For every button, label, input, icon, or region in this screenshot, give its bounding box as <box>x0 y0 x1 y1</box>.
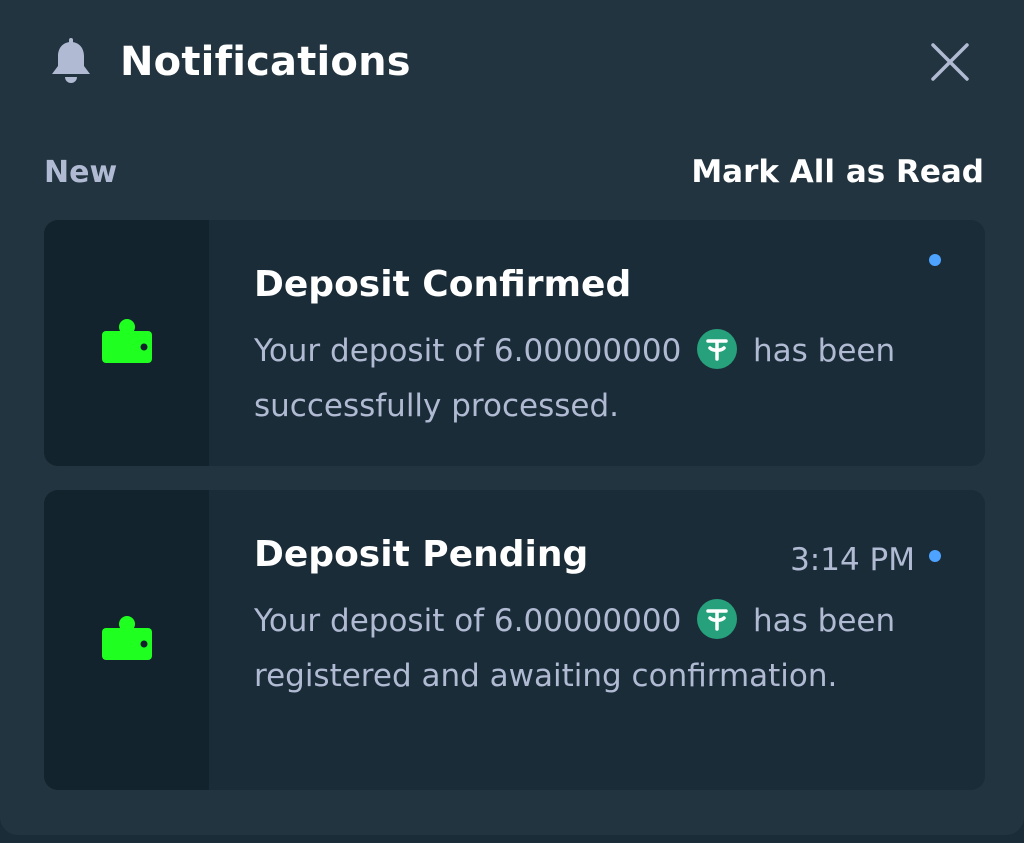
notification-card[interactable]: Deposit Pending Your deposit of 6.000000… <box>44 490 985 790</box>
notification-body: Deposit Pending Your deposit of 6.000000… <box>254 490 945 790</box>
message-text-start: Your deposit of 6.00000000 <box>254 603 692 639</box>
notification-body: Deposit Confirmed Your deposit of 6.0000… <box>254 220 945 466</box>
close-icon[interactable] <box>928 40 972 84</box>
unread-indicator <box>929 550 941 562</box>
new-section-label: New <box>44 154 118 190</box>
panel-header: Notifications <box>44 30 972 94</box>
panel-title: Notifications <box>120 39 411 85</box>
notification-icon-column <box>44 490 209 790</box>
mark-all-read-button[interactable]: Mark All as Read <box>691 154 984 190</box>
notification-title: Deposit Confirmed <box>254 264 632 305</box>
message-text-start: Your deposit of 6.00000000 <box>254 333 692 369</box>
notification-time: 3:14 PM <box>790 542 915 578</box>
notification-message: Your deposit of 6.00000000 has been regi… <box>254 594 945 704</box>
notification-message: Your deposit of 6.00000000 has been succ… <box>254 324 945 434</box>
wallet-icon <box>100 614 154 666</box>
notification-card[interactable]: Deposit Confirmed Your deposit of 6.0000… <box>44 220 985 466</box>
notifications-subheader: New Mark All as Read <box>44 150 984 194</box>
tether-icon <box>697 329 738 369</box>
notification-icon-column <box>44 220 209 466</box>
wallet-icon <box>100 317 154 369</box>
unread-indicator <box>929 254 941 266</box>
notifications-panel: Notifications New Mark All as Read Depos… <box>0 0 1024 835</box>
notification-title: Deposit Pending <box>254 534 589 575</box>
bell-icon <box>44 35 98 89</box>
tether-icon <box>697 599 738 639</box>
